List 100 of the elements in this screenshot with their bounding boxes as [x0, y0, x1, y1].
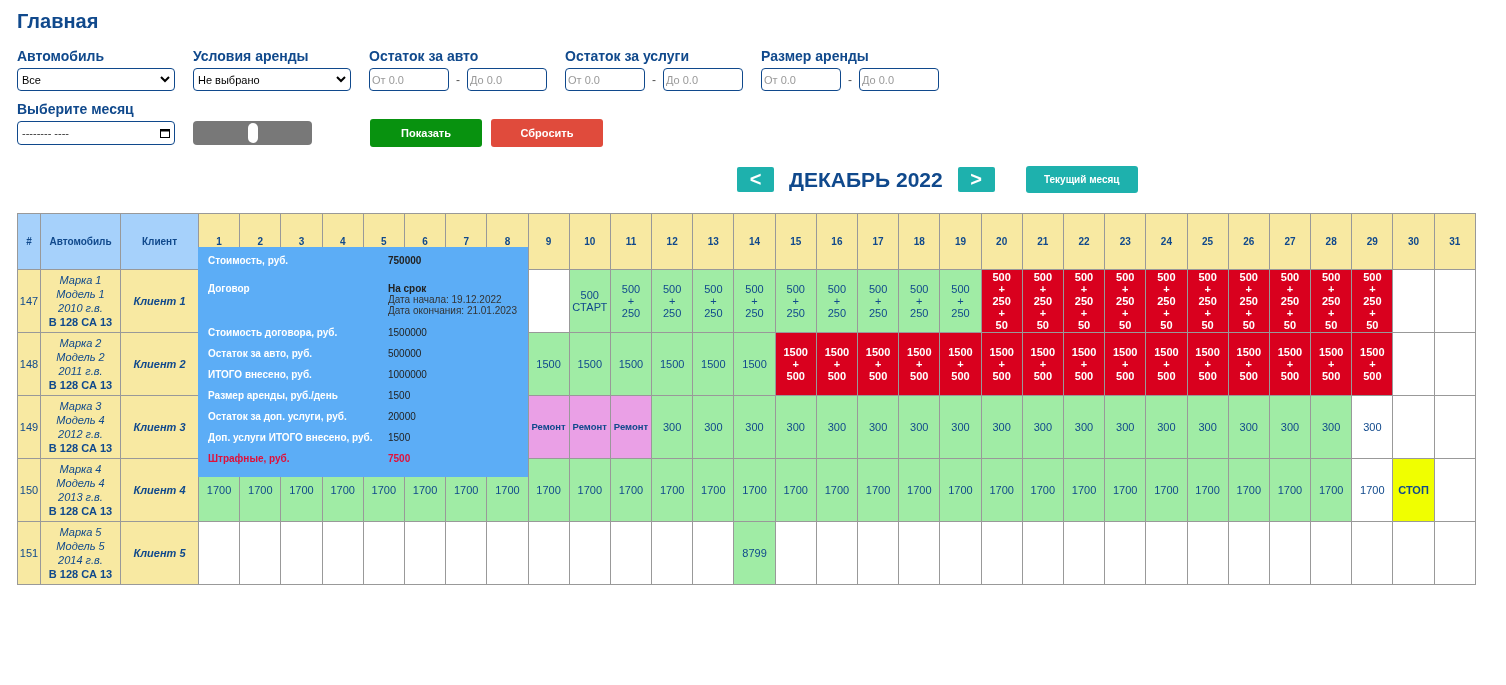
day-cell[interactable]: 500 + 250 + 50: [1022, 269, 1064, 333]
day-cell[interactable]: 1700: [816, 458, 858, 522]
from-field[interactable]: От 0.0: [369, 68, 449, 91]
day-cell[interactable]: 8799: [733, 521, 776, 585]
select-field[interactable]: Не выбрано: [193, 68, 351, 91]
day-cell[interactable]: 500 + 250: [816, 269, 858, 333]
day-cell[interactable]: 500 + 250: [898, 269, 940, 333]
day-cell[interactable]: [1187, 521, 1229, 585]
day-cell[interactable]: [280, 521, 323, 585]
day-cell[interactable]: 1700: [610, 458, 652, 522]
day-cell[interactable]: 1700: [1228, 458, 1270, 522]
day-cell[interactable]: 1700: [1310, 458, 1352, 522]
to-field[interactable]: До 0.0: [663, 68, 743, 91]
day-cell[interactable]: 500 + 250: [857, 269, 899, 333]
day-cell[interactable]: 300: [775, 395, 817, 459]
day-cell[interactable]: [981, 521, 1023, 585]
day-cell[interactable]: 1700: [528, 458, 570, 522]
day-cell[interactable]: [898, 521, 940, 585]
day-cell[interactable]: 1700: [898, 458, 940, 522]
to-field[interactable]: До 0.0: [467, 68, 547, 91]
day-cell[interactable]: 300: [981, 395, 1023, 459]
day-cell[interactable]: 300: [898, 395, 940, 459]
show-button[interactable]: Показать: [370, 119, 482, 147]
day-cell[interactable]: 500 + 250 + 50: [1187, 269, 1229, 333]
day-cell[interactable]: [857, 521, 899, 585]
day-cell[interactable]: [1145, 521, 1187, 585]
day-cell[interactable]: [651, 521, 693, 585]
day-cell[interactable]: 500 + 250 + 50: [1145, 269, 1187, 333]
day-cell[interactable]: 1500 + 500: [1063, 332, 1105, 396]
day-cell[interactable]: 1700: [1145, 458, 1187, 522]
day-cell[interactable]: 1500: [528, 332, 570, 396]
day-cell[interactable]: Ремонт: [528, 395, 570, 459]
day-cell[interactable]: 1500 + 500: [1022, 332, 1064, 396]
day-cell[interactable]: 1700: [775, 458, 817, 522]
day-cell[interactable]: 1500: [692, 332, 734, 396]
day-cell[interactable]: 500 + 250: [939, 269, 982, 333]
day-cell[interactable]: 1500 + 500: [1145, 332, 1187, 396]
day-cell[interactable]: 500 + 250: [733, 269, 776, 333]
day-cell[interactable]: 500 + 250 + 50: [1269, 269, 1311, 333]
day-cell[interactable]: 500 + 250 + 50: [981, 269, 1023, 333]
day-cell[interactable]: 300: [816, 395, 858, 459]
day-cell[interactable]: Ремонт: [610, 395, 652, 459]
day-cell[interactable]: 1700: [569, 458, 611, 522]
day-cell[interactable]: 500 + 250 + 50: [1351, 269, 1393, 333]
day-cell[interactable]: СТОП: [1392, 458, 1435, 522]
day-cell[interactable]: 1500 + 500: [1228, 332, 1270, 396]
day-cell[interactable]: 1700: [857, 458, 899, 522]
day-cell[interactable]: 500 + 250: [692, 269, 734, 333]
day-cell[interactable]: [486, 521, 528, 585]
day-cell[interactable]: 300: [857, 395, 899, 459]
slider-thumb[interactable]: [247, 123, 258, 143]
day-cell[interactable]: [198, 521, 240, 585]
day-cell[interactable]: 500 + 250 + 50: [1228, 269, 1270, 333]
day-cell[interactable]: 1700: [981, 458, 1023, 522]
select-field[interactable]: Все: [17, 68, 175, 91]
day-cell[interactable]: 1700: [1187, 458, 1229, 522]
day-cell[interactable]: 300: [1351, 395, 1393, 459]
day-cell[interactable]: 1700: [651, 458, 693, 522]
day-cell[interactable]: [445, 521, 487, 585]
day-cell[interactable]: [1434, 269, 1476, 333]
day-cell[interactable]: [363, 521, 405, 585]
day-cell[interactable]: [1228, 521, 1270, 585]
day-cell[interactable]: 500 + 250 + 50: [1310, 269, 1352, 333]
day-cell[interactable]: 300: [1063, 395, 1105, 459]
day-cell[interactable]: 1500 + 500: [1269, 332, 1311, 396]
day-cell[interactable]: 1700: [692, 458, 734, 522]
month-field[interactable]: -------- ----: [17, 121, 175, 145]
day-cell[interactable]: 1500: [733, 332, 776, 396]
day-cell[interactable]: [1392, 269, 1435, 333]
day-cell[interactable]: 500 + 250 + 50: [1063, 269, 1105, 333]
day-cell[interactable]: 1500 + 500: [1104, 332, 1146, 396]
day-cell[interactable]: [1310, 521, 1352, 585]
day-cell[interactable]: 1500 + 500: [816, 332, 858, 396]
day-cell[interactable]: 300: [1310, 395, 1352, 459]
day-cell[interactable]: [775, 521, 817, 585]
day-cell[interactable]: 1500 + 500: [1310, 332, 1352, 396]
day-cell[interactable]: 1500: [610, 332, 652, 396]
day-cell[interactable]: [569, 521, 611, 585]
day-cell[interactable]: 1500: [651, 332, 693, 396]
day-cell[interactable]: 300: [1228, 395, 1270, 459]
day-cell[interactable]: 1500 + 500: [1351, 332, 1393, 396]
day-cell[interactable]: 500 СТАРТ: [569, 269, 611, 333]
day-cell[interactable]: 1700: [939, 458, 982, 522]
day-cell[interactable]: 300: [1187, 395, 1229, 459]
day-cell[interactable]: [1063, 521, 1105, 585]
day-cell[interactable]: [1434, 521, 1476, 585]
day-cell[interactable]: 1500 + 500: [898, 332, 940, 396]
day-cell[interactable]: 300: [1022, 395, 1064, 459]
day-cell[interactable]: [692, 521, 734, 585]
day-cell[interactable]: [1351, 521, 1393, 585]
day-cell[interactable]: [528, 521, 570, 585]
day-cell[interactable]: 1700: [1022, 458, 1064, 522]
day-cell[interactable]: 500 + 250: [775, 269, 817, 333]
day-cell[interactable]: 1500 + 500: [1187, 332, 1229, 396]
day-cell[interactable]: 500 + 250: [610, 269, 652, 333]
day-cell[interactable]: 500 + 250: [651, 269, 693, 333]
day-cell[interactable]: 1500: [569, 332, 611, 396]
to-field[interactable]: До 0.0: [859, 68, 939, 91]
day-cell[interactable]: [528, 269, 570, 333]
slider-track[interactable]: [193, 121, 312, 145]
